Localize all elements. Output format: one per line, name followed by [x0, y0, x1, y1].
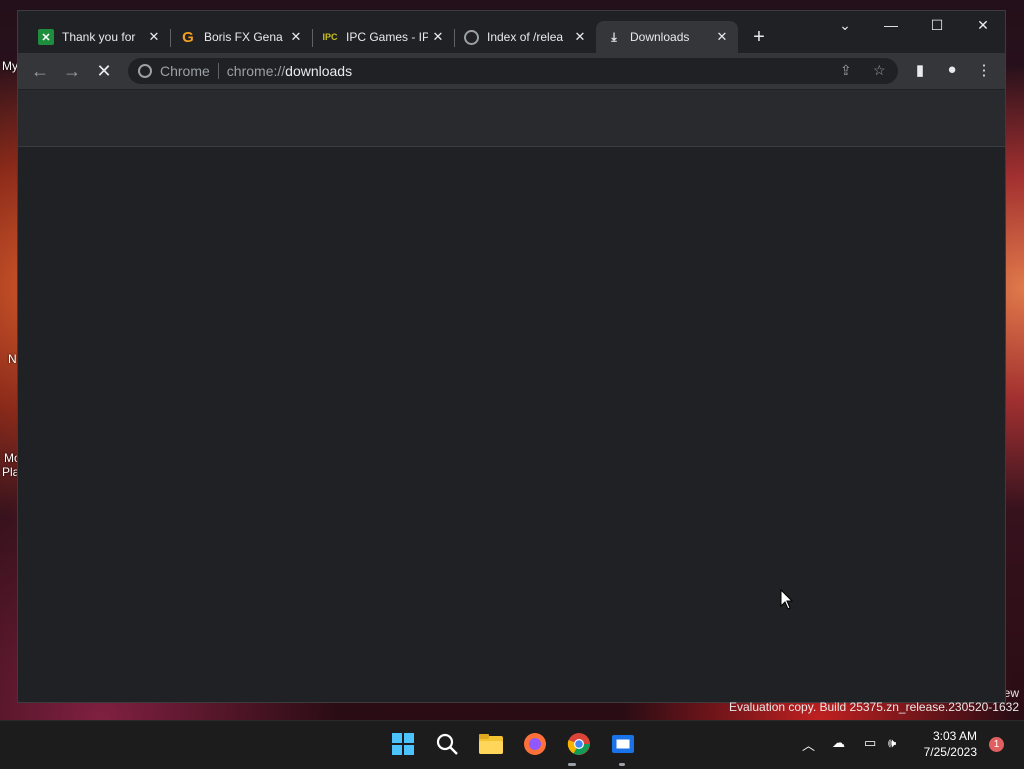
video-editor-icon[interactable] — [610, 731, 636, 757]
minimize-button[interactable]: — — [876, 17, 906, 33]
mouse-cursor-icon — [780, 588, 794, 616]
close-tab-icon[interactable]: ✕ — [286, 29, 306, 45]
downloads-content — [18, 147, 1005, 702]
url-prefix: chrome:// — [226, 63, 286, 79]
start-icon[interactable] — [390, 731, 416, 757]
new-tab-button[interactable]: + — [749, 27, 769, 47]
forward-button[interactable]: → — [62, 61, 82, 81]
show-hidden-icons-icon[interactable]: ︿ — [802, 735, 815, 754]
chrome-site-icon — [138, 64, 152, 78]
title-bar: ✕ Thank you for ✕ G Boris FX Gena ✕ IPC … — [18, 11, 1005, 53]
close-tab-icon[interactable]: ✕ — [144, 29, 164, 45]
tab-index-of[interactable]: Index of /relea ✕ — [454, 21, 596, 53]
back-button[interactable]: ← — [30, 61, 50, 81]
clock[interactable]: 3:03 AM 7/25/2023 — [924, 728, 977, 760]
toolbar: ← → ✕ Chrome chrome://downloads ⇪ ☆ ▮ ● … — [18, 53, 1005, 89]
clock-date: 7/25/2023 — [923, 745, 977, 759]
maximize-button[interactable]: ☐ — [922, 17, 952, 34]
evaluation-watermark: Evaluation copy. Build 25375.zn_release.… — [729, 700, 1019, 714]
tab-ipc-games[interactable]: IPC IPC Games - IP ✕ — [312, 21, 454, 53]
stop-loading-button[interactable]: ✕ — [94, 61, 114, 81]
onedrive-icon[interactable]: ☁ — [832, 735, 845, 751]
volume-icon[interactable]: 🕪 — [888, 735, 896, 751]
menu-icon[interactable]: ⋮ — [974, 61, 994, 79]
share-icon[interactable]: ⇪ — [840, 62, 852, 79]
running-indicator — [619, 763, 625, 766]
download-icon: ⤓ — [611, 29, 617, 44]
clock-time: 3:03 AM — [932, 729, 977, 743]
tab-search-chevron-icon[interactable]: ⌄ — [830, 17, 860, 34]
tab-downloads[interactable]: ⤓ Downloads ✕ — [596, 21, 738, 53]
chrome-icon[interactable] — [566, 731, 592, 757]
close-tab-icon[interactable]: ✕ — [570, 29, 590, 45]
search-icon[interactable] — [434, 731, 460, 757]
tab-title: Boris FX Gena — [204, 30, 283, 44]
close-window-button[interactable]: ✕ — [968, 17, 998, 34]
tab-title: Index of /relea — [487, 30, 564, 44]
close-tab-icon[interactable]: ✕ — [712, 29, 732, 45]
desktop-label[interactable]: N — [8, 352, 17, 366]
tab-thank-you[interactable]: ✕ Thank you for ✕ — [28, 21, 170, 53]
taskbar: ︿ ☁ ▭ 🕪 3:03 AM 7/25/2023 1 — [0, 720, 1024, 769]
tab-boris-fx[interactable]: G Boris FX Gena ✕ — [170, 21, 312, 53]
desktop-label[interactable]: My — [2, 59, 18, 73]
downloads-header — [18, 90, 1005, 147]
bookmark-star-icon[interactable]: ☆ — [873, 62, 886, 79]
omnibox-chip: Chrome — [160, 63, 219, 79]
chrome-window: ✕ Thank you for ✕ G Boris FX Gena ✕ IPC … — [17, 10, 1006, 703]
notification-badge[interactable]: 1 — [989, 737, 1004, 752]
file-explorer-icon[interactable] — [478, 731, 504, 757]
close-tab-icon[interactable]: ✕ — [428, 29, 448, 45]
globe-icon — [464, 29, 479, 45]
profile-icon[interactable]: ● — [942, 61, 962, 78]
g-icon: G — [182, 28, 194, 46]
url-text[interactable]: chrome://downloads — [227, 63, 352, 79]
tab-title: Thank you for — [62, 30, 136, 44]
url-path: downloads — [285, 63, 353, 79]
network-icon[interactable]: ▭ — [864, 735, 876, 751]
sheets-icon: ✕ — [38, 29, 54, 45]
side-panel-icon[interactable]: ▮ — [910, 61, 930, 79]
running-indicator — [568, 763, 576, 766]
tab-title: IPC Games - IP — [346, 30, 428, 44]
tab-title: Downloads — [630, 30, 690, 44]
ipc-icon: IPC — [322, 32, 338, 42]
address-bar[interactable]: Chrome chrome://downloads ⇪ ☆ — [128, 58, 898, 84]
firefox-icon[interactable] — [522, 731, 548, 757]
